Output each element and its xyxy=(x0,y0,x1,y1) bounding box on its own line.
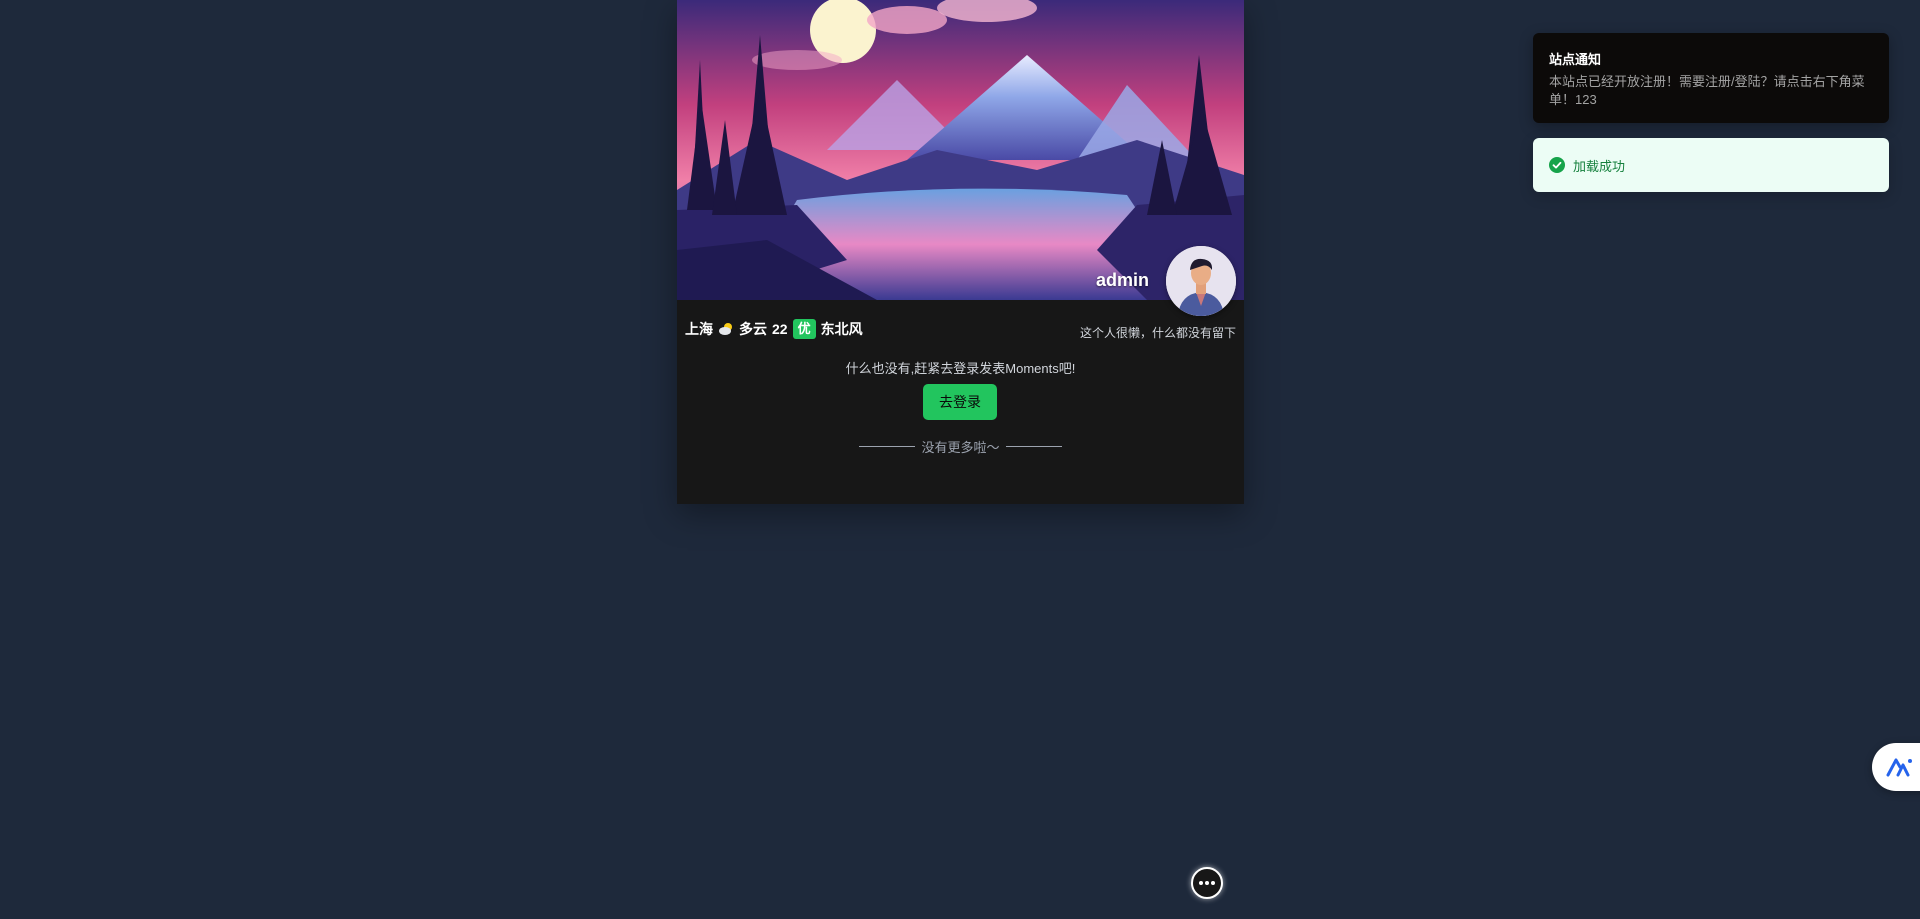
login-button[interactable]: 去登录 xyxy=(923,384,997,420)
person-avatar-icon xyxy=(1166,246,1236,316)
divider-line-left xyxy=(859,446,916,447)
moments-card: admin 上海 多云 22 优 东北风 这个人很懒，什么都没有留下 什么也没有… xyxy=(677,0,1244,504)
weather-bar: 上海 多云 22 优 东北风 xyxy=(685,318,863,340)
site-notice[interactable]: 站点通知 本站点已经开放注册！需要注册/登陆？请点击右下角菜单！123 xyxy=(1533,33,1889,123)
cover-image xyxy=(677,0,1244,300)
ellipsis-icon xyxy=(1199,881,1215,885)
avatar[interactable] xyxy=(1166,246,1236,316)
weather-temperature: 22 xyxy=(772,321,788,337)
air-quality-badge: 优 xyxy=(792,319,816,339)
success-toast[interactable]: 加载成功 xyxy=(1533,138,1889,192)
weather-condition: 多云 xyxy=(739,321,767,337)
toast-message: 加载成功 xyxy=(1573,158,1626,174)
profile-signature: 这个人很懒，什么都没有留下 xyxy=(1079,326,1236,340)
more-menu-button[interactable] xyxy=(1191,867,1223,899)
notice-title: 站点通知 xyxy=(1549,52,1602,67)
weather-city: 上海 xyxy=(685,321,713,337)
no-more-text: 没有更多啦～ xyxy=(921,440,1000,455)
partly-cloudy-icon xyxy=(719,323,732,335)
check-circle-icon xyxy=(1549,157,1565,173)
weather-wind: 东北风 xyxy=(820,321,863,337)
username: admin xyxy=(1095,270,1149,290)
notice-body: 本站点已经开放注册！需要注册/登陆？请点击右下角菜单！123 xyxy=(1549,74,1865,107)
divider-line-right xyxy=(1005,446,1062,447)
ai-assistant-button[interactable] xyxy=(1872,743,1920,791)
no-more-divider: 没有更多啦～ xyxy=(677,437,1244,456)
ai-logo-icon xyxy=(1886,758,1912,777)
empty-feed-message: 什么也没有,赶紧去登录发表Moments吧! xyxy=(845,361,1076,376)
